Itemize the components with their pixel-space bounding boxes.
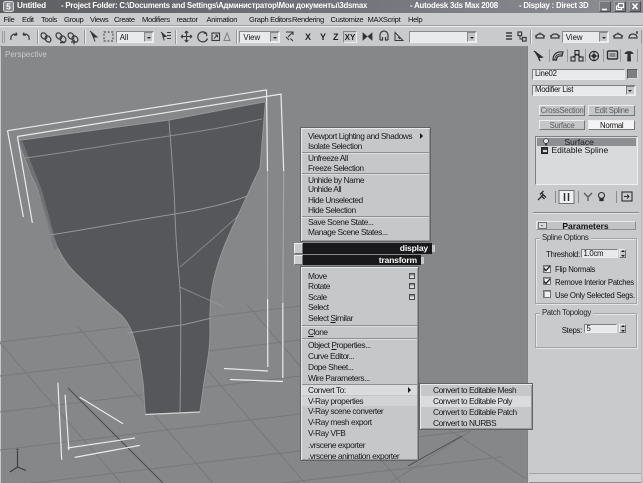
svg-text:5: 5 <box>6 3 11 12</box>
svg-text:Perspective: Perspective <box>5 50 47 59</box>
